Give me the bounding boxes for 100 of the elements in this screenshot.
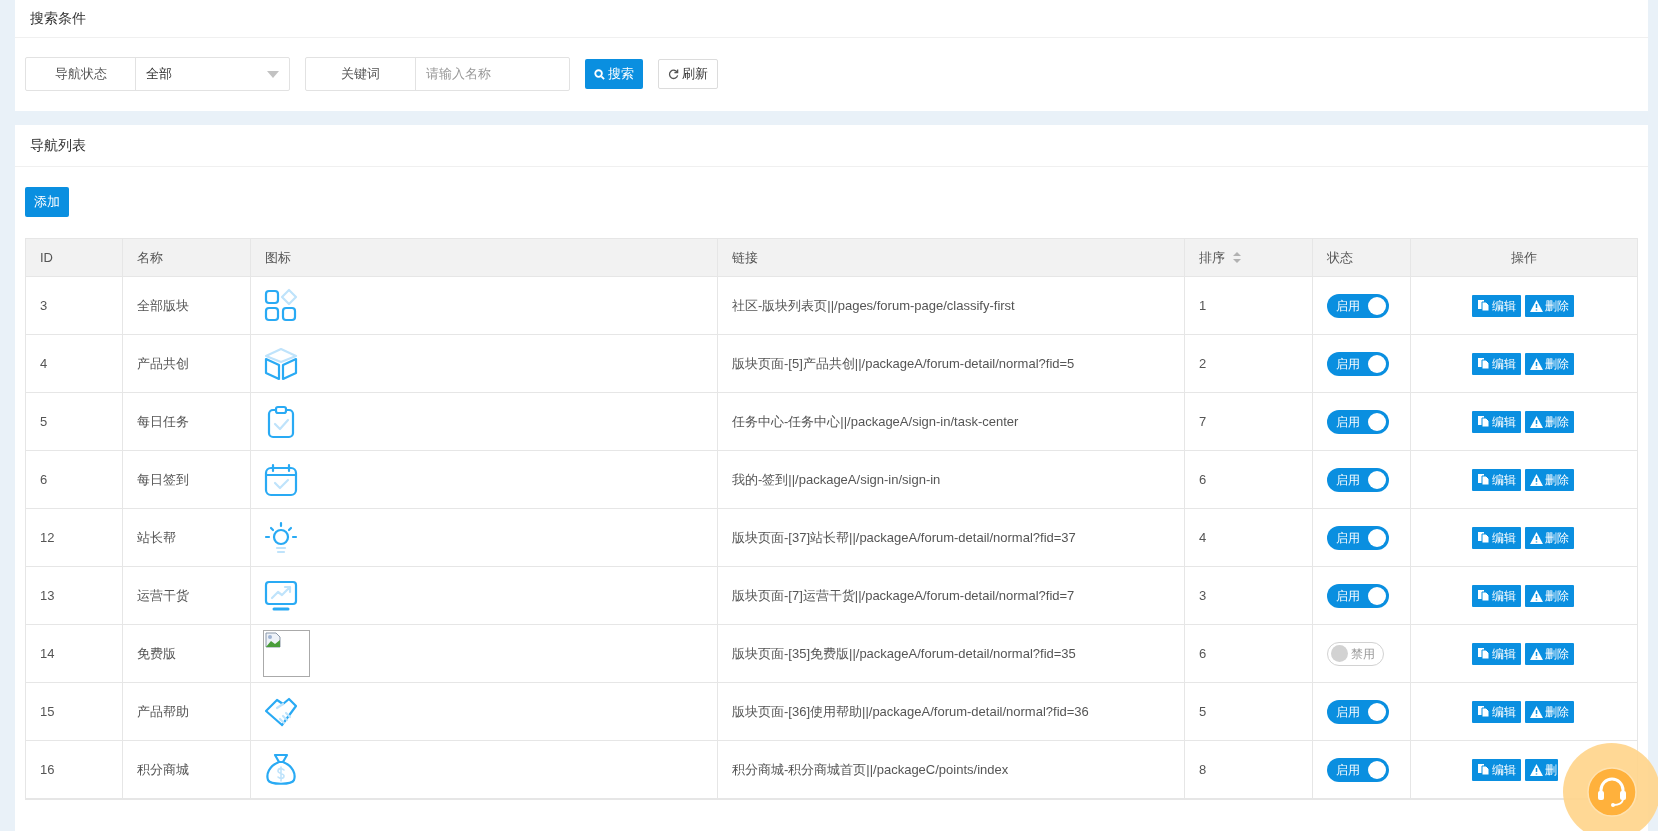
edit-button[interactable]: 编辑 <box>1472 526 1521 549</box>
refresh-icon <box>668 68 679 80</box>
status-select[interactable]: 导航状态 全部 <box>25 57 290 91</box>
warning-icon <box>1530 647 1543 660</box>
panel-title: 搜索条件 <box>30 9 86 28</box>
table-cell-text: 站长帮 <box>137 528 176 547</box>
status-toggle[interactable]: 启用 <box>1327 351 1389 376</box>
copy-icon <box>1477 705 1490 718</box>
status-toggle[interactable]: 启用 <box>1327 757 1389 782</box>
status-toggle[interactable]: 启用 <box>1327 699 1389 724</box>
edit-button[interactable]: 编辑 <box>1472 352 1521 375</box>
copy-icon <box>1477 415 1490 428</box>
delete-button[interactable]: 删除 <box>1525 642 1574 665</box>
calendar-icon <box>263 461 299 498</box>
table-cell-text: 免费版 <box>137 644 176 663</box>
edit-button[interactable]: 编辑 <box>1472 410 1521 433</box>
table-cell-text: 7 <box>1199 412 1207 431</box>
broken-image-icon <box>265 632 281 648</box>
add-button[interactable]: 添加 <box>25 187 69 217</box>
table-cell-text: 5 <box>40 412 48 431</box>
edit-button[interactable]: 编辑 <box>1472 642 1521 665</box>
money-bag-icon <box>263 751 299 788</box>
delete-button[interactable]: 删除 <box>1525 700 1574 723</box>
delete-button[interactable]: 删除 <box>1525 410 1574 433</box>
copy-icon <box>1477 473 1490 486</box>
copy-icon <box>1477 299 1490 312</box>
table-cell-text: 任务中心-任务中心||/packageA/sign-in/task-center <box>732 412 1019 431</box>
panel-title: 导航列表 <box>30 136 86 155</box>
table-cell-text: 每日任务 <box>137 412 189 431</box>
delete-button[interactable]: 删除 <box>1525 584 1574 607</box>
table-cell-text: 3 <box>40 296 48 315</box>
delete-button[interactable]: 删除 <box>1525 468 1574 491</box>
table-cell-text: 4 <box>40 354 48 373</box>
column-header: 操作 <box>1511 248 1537 267</box>
warning-icon <box>1530 531 1543 544</box>
table-cell-text: 14 <box>40 644 55 663</box>
warning-icon <box>1530 299 1543 312</box>
delete-button[interactable]: 删除 <box>1525 352 1574 375</box>
table-cell-text: 版块页面-[35]免费版||/packageA/forum-detail/normal?fid=35 <box>732 644 1076 663</box>
warning-icon <box>1530 705 1543 718</box>
column-header[interactable]: 排序 <box>1199 247 1225 268</box>
delete-button[interactable]: 删 <box>1525 758 1558 781</box>
table-cell-text: 12 <box>40 528 55 547</box>
table-cell-text: 3 <box>1199 586 1207 605</box>
table-cell-text: 16 <box>40 760 55 779</box>
copy-icon <box>1477 357 1490 370</box>
table-cell-text: 积分商城-积分商城首页||/packageC/points/index <box>732 760 1009 779</box>
table-cell-text: 版块页面-[7]运营干货||/packageA/forum-detail/normal?fid=7 <box>732 586 1075 605</box>
edit-button[interactable]: 编辑 <box>1472 700 1521 723</box>
copy-icon <box>1477 589 1490 602</box>
light-bulb-icon <box>263 519 299 556</box>
status-toggle[interactable]: 启用 <box>1327 293 1389 318</box>
table-cell-text: 13 <box>40 586 55 605</box>
status-toggle[interactable]: 禁用 <box>1327 641 1384 666</box>
column-header: 状态 <box>1327 248 1353 267</box>
edit-button[interactable]: 编辑 <box>1472 294 1521 317</box>
table-cell-text: 产品共创 <box>137 354 189 373</box>
table-cell-text: 社区-版块列表页||/pages/forum-page/classify-first <box>732 296 1015 315</box>
edit-button[interactable]: 编辑 <box>1472 468 1521 491</box>
copy-icon <box>1477 763 1490 776</box>
warning-icon <box>1530 763 1543 776</box>
table-cell-text: 我的-签到||/packageA/sign-in/sign-in <box>732 470 941 489</box>
column-header: ID <box>40 248 53 267</box>
table-cell-text: 5 <box>1199 702 1207 721</box>
field-label: 关键词 <box>306 58 416 90</box>
keyword-field[interactable]: 关键词 请输入名称 <box>305 57 570 91</box>
table-cell-text: 运营干货 <box>137 586 189 605</box>
delete-button[interactable]: 删除 <box>1525 294 1574 317</box>
table-cell-text: 4 <box>1199 528 1207 547</box>
refresh-button[interactable]: 刷新 <box>658 59 718 89</box>
search-button[interactable]: 搜索 <box>585 59 643 89</box>
table-cell-text: 版块页面-[5]产品共创||/packageA/forum-detail/normal?fid=5 <box>732 354 1075 373</box>
warning-icon <box>1530 415 1543 428</box>
status-toggle[interactable]: 启用 <box>1327 467 1389 492</box>
headset-icon <box>1586 766 1637 817</box>
table-cell-text: 全部版块 <box>137 296 189 315</box>
table-cell-text: 15 <box>40 702 55 721</box>
table-cell-text: 2 <box>1199 354 1207 373</box>
edit-button[interactable]: 编辑 <box>1472 584 1521 607</box>
status-toggle[interactable]: 启用 <box>1327 409 1389 434</box>
edit-button[interactable]: 编辑 <box>1472 758 1521 781</box>
warning-icon <box>1530 357 1543 370</box>
status-toggle[interactable]: 启用 <box>1327 525 1389 550</box>
warning-icon <box>1530 473 1543 486</box>
table-cell-text: 6 <box>1199 470 1207 489</box>
status-toggle[interactable]: 启用 <box>1327 583 1389 608</box>
keyword-input[interactable]: 请输入名称 <box>416 58 569 90</box>
sort-icon[interactable] <box>1233 252 1241 263</box>
delete-button[interactable]: 删除 <box>1525 526 1574 549</box>
table-cell-text: 6 <box>40 470 48 489</box>
column-header: 链接 <box>732 248 758 267</box>
grid-icon <box>263 287 299 324</box>
warning-icon <box>1530 589 1543 602</box>
table-cell-text: 版块页面-[36]使用帮助||/packageA/forum-detail/normal?fid=36 <box>732 702 1089 721</box>
column-header: 名称 <box>137 248 163 267</box>
copy-icon <box>1477 531 1490 544</box>
table-cell-text: 产品帮助 <box>137 702 189 721</box>
table-cell-text: 6 <box>1199 644 1207 663</box>
field-label: 导航状态 <box>26 58 136 90</box>
select-value: 全部 <box>146 65 172 84</box>
